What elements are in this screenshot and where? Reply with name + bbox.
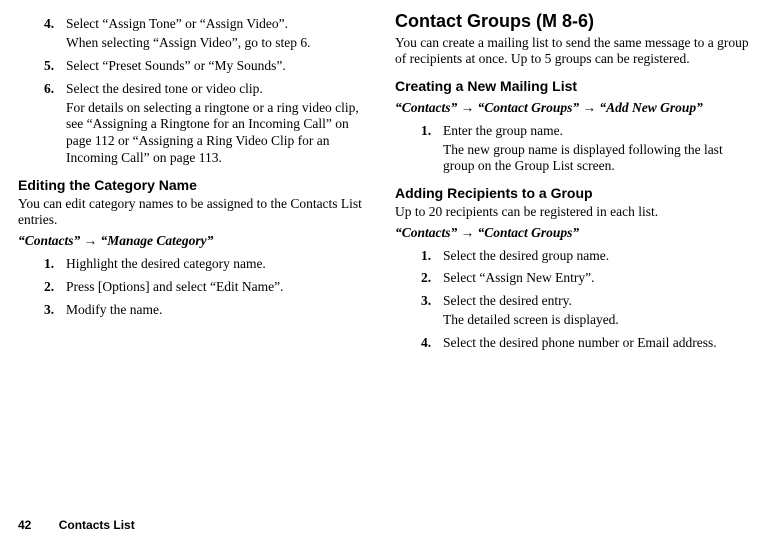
create-step-1-note: The new group name is displayed followin… (443, 142, 750, 176)
arrow-icon: → (84, 233, 98, 248)
step-number: 4. (421, 335, 443, 352)
page: 4. Select “Assign Tone” or “Assign Video… (0, 0, 777, 549)
path-part: “Contacts” (18, 233, 80, 248)
contact-groups-intro: You can create a mailing list to send th… (395, 35, 750, 69)
creating-mailing-list-path: “Contacts” → “Contact Groups” → “Add New… (395, 100, 750, 117)
step-number: 3. (44, 302, 66, 319)
step-4-note: When selecting “Assign Video”, go to ste… (66, 35, 373, 52)
step-text: Select “Assign New Entry”. (443, 270, 750, 287)
step-number: 6. (44, 81, 66, 98)
step-number: 3. (421, 293, 443, 310)
arrow-icon: → (461, 225, 475, 240)
adding-recipients-path: “Contacts” → “Contact Groups” (395, 225, 750, 242)
step-text: Press [Options] and select “Edit Name”. (66, 279, 373, 296)
path-part: “Contact Groups” (478, 225, 580, 240)
step-6-note: For details on selecting a ringtone or a… (66, 100, 373, 168)
edit-step-1: 1. Highlight the desired category name. (44, 256, 373, 273)
path-part: “Manage Category” (101, 233, 214, 248)
left-column: 4. Select “Assign Tone” or “Assign Video… (18, 10, 373, 354)
step-number: 5. (44, 58, 66, 75)
step-number: 2. (44, 279, 66, 296)
step-6: 6. Select the desired tone or video clip… (44, 81, 373, 98)
heading-text: Contact Groups (395, 11, 531, 31)
contact-groups-heading: Contact Groups (M 8-6) (395, 10, 750, 33)
arrow-icon: → (583, 100, 597, 115)
step-number: 4. (44, 16, 66, 33)
step-number: 2. (421, 270, 443, 287)
content-columns: 4. Select “Assign Tone” or “Assign Video… (18, 10, 759, 354)
add-step-4: 4. Select the desired phone number or Em… (421, 335, 750, 352)
edit-step-2: 2. Press [Options] and select “Edit Name… (44, 279, 373, 296)
step-text: Select the desired entry. (443, 293, 750, 310)
path-part: “Contacts” (395, 225, 457, 240)
editing-category-path: “Contacts” → “Manage Category” (18, 233, 373, 250)
add-step-2: 2. Select “Assign New Entry”. (421, 270, 750, 287)
step-text: Select the desired group name. (443, 248, 750, 265)
step-text: Highlight the desired category name. (66, 256, 373, 273)
add-step-1: 1. Select the desired group name. (421, 248, 750, 265)
path-part: “Contacts” (395, 100, 457, 115)
add-step-3-note: The detailed screen is displayed. (443, 312, 750, 329)
editing-category-desc: You can edit category names to be assign… (18, 196, 373, 230)
step-5: 5. Select “Preset Sounds” or “My Sounds”… (44, 58, 373, 75)
section-name: Contacts List (59, 518, 135, 532)
step-text: Select the desired phone number or Email… (443, 335, 750, 352)
step-number: 1. (421, 123, 443, 140)
edit-step-3: 3. Modify the name. (44, 302, 373, 319)
path-part: “Contact Groups” (478, 100, 580, 115)
step-text: Select “Assign Tone” or “Assign Video”. (66, 16, 373, 33)
step-text: Select the desired tone or video clip. (66, 81, 373, 98)
right-column: Contact Groups (M 8-6) You can create a … (395, 10, 750, 354)
path-part: “Add New Group” (599, 100, 703, 115)
add-step-3: 3. Select the desired entry. (421, 293, 750, 310)
step-number: 1. (421, 248, 443, 265)
creating-mailing-list-heading: Creating a New Mailing List (395, 78, 750, 96)
adding-recipients-desc: Up to 20 recipients can be registered in… (395, 204, 750, 221)
adding-recipients-heading: Adding Recipients to a Group (395, 185, 750, 203)
menu-code: (M 8-6) (531, 11, 594, 31)
step-4: 4. Select “Assign Tone” or “Assign Video… (44, 16, 373, 33)
step-text: Enter the group name. (443, 123, 750, 140)
page-footer: 42 Contacts List (18, 518, 135, 533)
step-number: 1. (44, 256, 66, 273)
step-text: Select “Preset Sounds” or “My Sounds”. (66, 58, 373, 75)
page-number: 42 (18, 518, 31, 532)
step-text: Modify the name. (66, 302, 373, 319)
arrow-icon: → (461, 100, 475, 115)
editing-category-heading: Editing the Category Name (18, 177, 373, 195)
create-step-1: 1. Enter the group name. (421, 123, 750, 140)
